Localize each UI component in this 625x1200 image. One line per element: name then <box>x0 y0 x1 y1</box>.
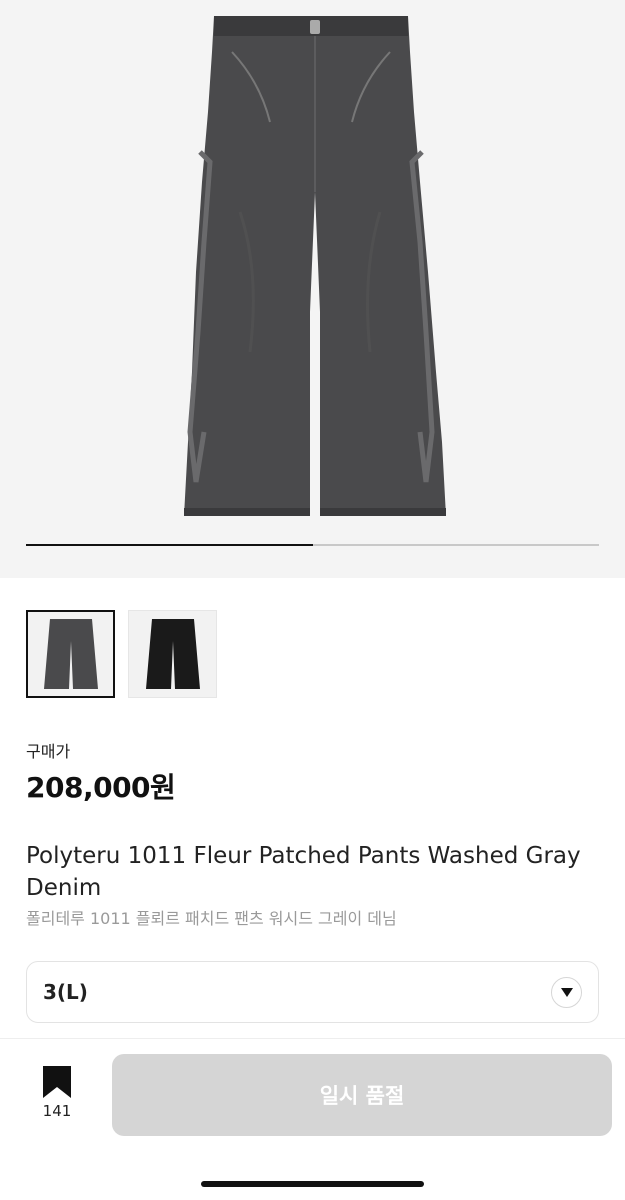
bookmark-count: 141 <box>42 1102 72 1120</box>
gray-denim-thumbnail-image <box>43 619 98 689</box>
size-select[interactable]: 3(L) <box>26 961 599 1023</box>
black-denim-thumbnail-image <box>145 619 200 689</box>
product-main-image[interactable] <box>170 12 460 522</box>
home-indicator <box>201 1181 424 1187</box>
bottom-action-bar: 141 일시 품절 <box>0 1038 625 1200</box>
thumbnail-gray-denim[interactable] <box>26 610 115 698</box>
gallery-progress-track <box>26 544 599 546</box>
bookmark-icon <box>43 1066 71 1098</box>
size-select-value: 3(L) <box>43 980 88 1004</box>
product-title-english: Polyteru 1011 Fleur Patched Pants Washed… <box>26 843 581 901</box>
price-value: 208,000원 <box>26 771 176 804</box>
thumbnail-list <box>26 610 217 698</box>
soldout-button[interactable]: 일시 품절 <box>112 1054 612 1136</box>
bookmark-button[interactable]: 141 <box>34 1065 80 1120</box>
thumbnail-black-denim[interactable] <box>128 610 217 698</box>
gallery-progress-fill <box>26 544 313 546</box>
product-image-gallery[interactable] <box>0 0 625 578</box>
price-label: 구매가 <box>26 742 71 761</box>
product-title-korean: 폴리테루 1011 플뢰르 패치드 팬츠 워시드 그레이 데님 <box>26 909 397 928</box>
chevron-down-icon[interactable] <box>551 976 582 1008</box>
